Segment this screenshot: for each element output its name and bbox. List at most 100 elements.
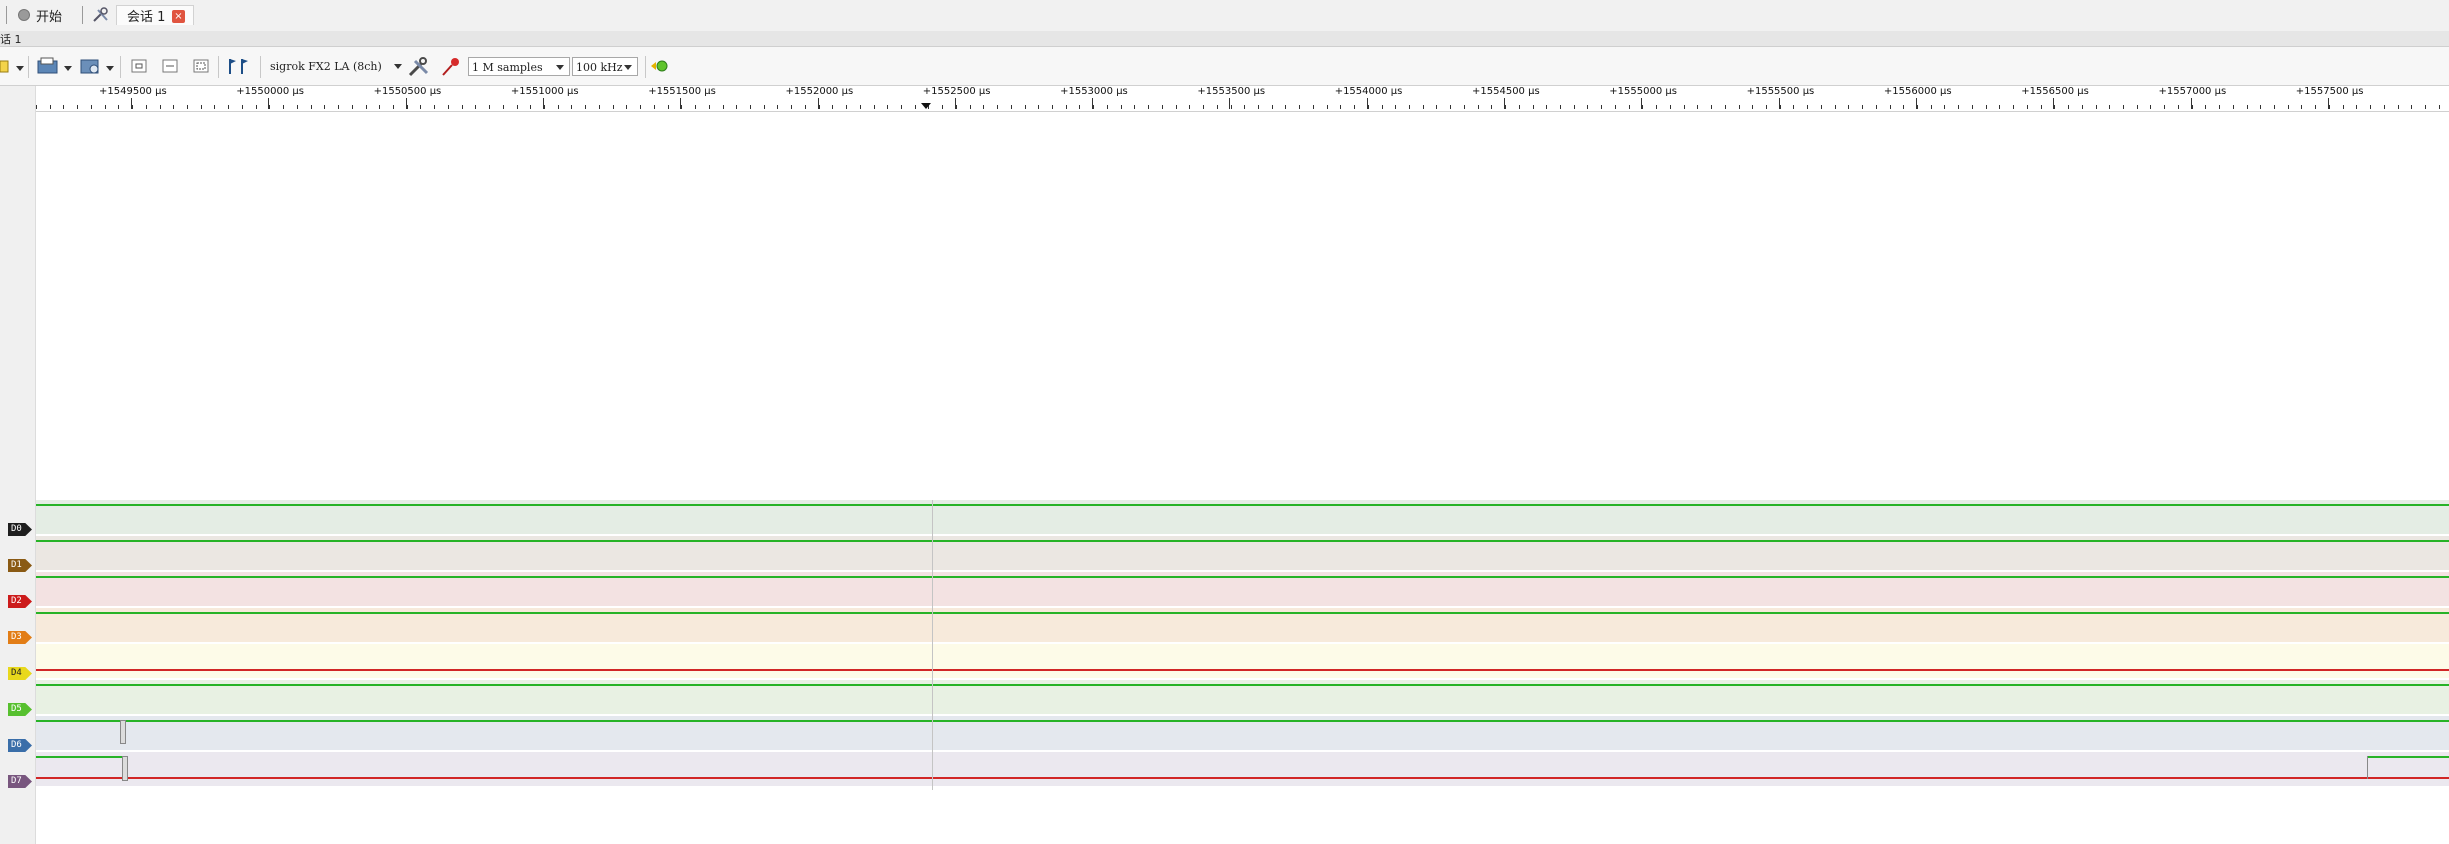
ruler-tick-label: +1552500 μs	[922, 86, 991, 97]
ruler-minor-tick	[613, 105, 614, 109]
ruler-minor-tick	[1890, 105, 1891, 109]
ruler-tick-label: +1549500 μs	[99, 86, 167, 97]
probe-icon[interactable]	[441, 57, 461, 76]
ruler-minor-tick	[1697, 105, 1698, 109]
ruler-minor-tick	[2164, 105, 2165, 109]
ruler-minor-tick	[1917, 105, 1918, 109]
ruler-minor-tick	[2398, 105, 2399, 109]
toolbar-separator	[120, 56, 121, 78]
ruler-minor-tick	[352, 105, 353, 109]
chevron-down-icon[interactable]	[64, 66, 72, 71]
ruler-minor-tick	[173, 105, 174, 109]
ruler-minor-tick	[1203, 105, 1204, 109]
ruler-minor-tick	[228, 105, 229, 109]
signal-trace	[36, 612, 2449, 614]
rate-select[interactable]: 100 kHz	[572, 57, 638, 76]
ruler-minor-tick	[366, 105, 367, 109]
ruler-minor-tick	[2425, 105, 2426, 109]
ruler-minor-tick	[2439, 105, 2440, 109]
ruler-minor-tick	[1629, 105, 1630, 109]
ruler-minor-tick	[2219, 105, 2220, 109]
ruler-minor-tick	[214, 105, 215, 109]
ruler-minor-tick	[970, 105, 971, 109]
time-cursor[interactable]	[932, 500, 933, 790]
ruler-minor-tick	[695, 105, 696, 109]
device-selector[interactable]: sigrok FX2 LA (8ch)	[270, 57, 382, 76]
tools-tab[interactable]	[92, 5, 112, 25]
ruler-tick-label: +1550000 μs	[236, 86, 304, 97]
toolbar-separator	[28, 56, 29, 78]
ruler-minor-tick	[805, 105, 806, 109]
channel-lane[interactable]	[36, 752, 2449, 786]
ruler-minor-tick	[2343, 105, 2344, 109]
ruler-minor-tick	[1327, 105, 1328, 109]
device-config-icon[interactable]	[407, 57, 431, 77]
ruler-minor-tick	[1258, 105, 1259, 109]
ruler-minor-tick	[2054, 105, 2055, 109]
ruler-minor-tick	[1025, 105, 1026, 109]
open-icon[interactable]	[37, 57, 59, 75]
ruler-minor-tick	[1670, 105, 1671, 109]
ruler-minor-tick	[887, 105, 888, 109]
chevron-down-icon[interactable]	[394, 64, 402, 69]
signal-trace	[2367, 756, 2449, 758]
ruler-minor-tick	[77, 105, 78, 109]
ruler-minor-tick	[1793, 105, 1794, 109]
ruler-minor-tick	[297, 105, 298, 109]
ruler-tick-label: +1555500 μs	[1746, 86, 1815, 97]
ruler-minor-tick	[2384, 105, 2385, 109]
ruler-minor-tick	[311, 105, 312, 109]
chevron-down-icon[interactable]	[106, 66, 114, 71]
ruler-minor-tick	[1052, 105, 1053, 109]
ruler-minor-tick	[1546, 105, 1547, 109]
zoom-in-icon[interactable]	[130, 57, 148, 75]
ruler-minor-tick	[2192, 105, 2193, 109]
ruler-minor-tick	[1986, 105, 1987, 109]
ruler-minor-tick	[2082, 105, 2083, 109]
channel-lane[interactable]	[36, 644, 2449, 678]
ruler-minor-tick	[2288, 105, 2289, 109]
tab-start[interactable]: 开始	[18, 5, 62, 25]
zoom-fit-icon[interactable]	[161, 57, 179, 75]
tab-start-label: 开始	[36, 9, 63, 25]
ruler-minor-tick	[599, 105, 600, 109]
time-ruler[interactable]: +1549500 μs +1550000 μs +1550500 μs +155100…	[36, 86, 2449, 112]
session-bar-label: 话 1	[0, 33, 22, 46]
run-icon[interactable]	[650, 57, 672, 75]
ruler-minor-tick	[736, 105, 737, 109]
ruler-minor-tick	[1601, 105, 1602, 109]
close-icon[interactable]: ×	[172, 10, 185, 23]
ruler-minor-tick	[283, 105, 284, 109]
signal-trace	[36, 540, 2449, 542]
new-session-icon[interactable]	[0, 57, 10, 75]
tab-session[interactable]: 会话 1 ×	[116, 5, 194, 25]
ruler-minor-tick	[1519, 105, 1520, 109]
ruler-tick-label: +1557000 μs	[2158, 86, 2227, 97]
tab-separator	[6, 6, 7, 24]
ruler-minor-tick	[1162, 105, 1163, 109]
zoom-one-icon[interactable]	[192, 57, 210, 75]
ruler-minor-tick	[860, 105, 861, 109]
toolbar-separator	[260, 56, 261, 78]
ruler-minor-tick	[1011, 105, 1012, 109]
ruler-minor-tick	[654, 105, 655, 109]
cursor-marker-icon[interactable]	[921, 103, 931, 109]
ruler-minor-tick	[1505, 105, 1506, 109]
ruler-minor-tick	[2247, 105, 2248, 109]
ruler-minor-tick	[1368, 105, 1369, 109]
cursor-flags-icon[interactable]	[226, 57, 250, 75]
ruler-minor-tick	[1876, 105, 1877, 109]
save-icon[interactable]	[80, 57, 102, 75]
ruler-minor-tick	[2370, 105, 2371, 109]
samples-select[interactable]: 1 M samples	[468, 57, 570, 76]
chevron-down-icon[interactable]	[16, 66, 24, 71]
ruler-minor-tick	[558, 105, 559, 109]
ruler-minor-tick	[105, 105, 106, 109]
ruler-minor-tick	[1066, 105, 1067, 109]
ruler-minor-tick	[777, 105, 778, 109]
ruler-minor-tick	[338, 105, 339, 109]
ruler-minor-tick	[1725, 105, 1726, 109]
ruler-tick-label: +1557500 μs	[2295, 86, 2364, 97]
ruler-minor-tick	[1587, 105, 1588, 109]
ruler-minor-tick	[1821, 105, 1822, 109]
